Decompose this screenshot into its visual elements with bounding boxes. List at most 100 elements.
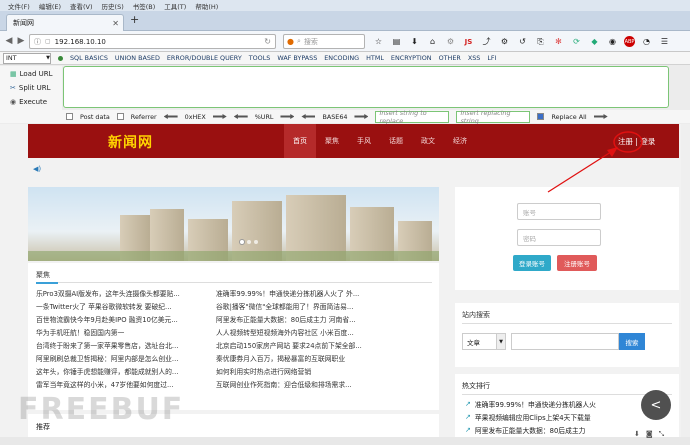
- new-tab-button[interactable]: +: [130, 13, 139, 26]
- share-icon[interactable]: ⤴: [480, 35, 493, 48]
- news-item[interactable]: 阿里发布正能量大数据：80后成主力 河南省...: [216, 316, 391, 324]
- site-logo[interactable]: 新闻网: [108, 132, 153, 152]
- page-scrollbar[interactable]: [681, 124, 690, 437]
- hackbar-menu-xss[interactable]: XSS: [468, 54, 481, 62]
- url-text[interactable]: 192.168.10.10: [55, 38, 106, 46]
- replace-all-checkbox[interactable]: [537, 113, 545, 120]
- hackbar-menu-html[interactable]: HTML: [366, 54, 384, 62]
- back-icon[interactable]: ◀: [3, 35, 15, 47]
- forward-icon[interactable]: ▶: [15, 35, 27, 47]
- news-item[interactable]: 乐Pro3双摄AI版发布，这年头连摄像头都要贴...: [36, 290, 211, 298]
- nav-home[interactable]: 首页: [284, 124, 316, 158]
- share-button[interactable]: <: [641, 390, 671, 420]
- close-icon[interactable]: ✕: [112, 19, 119, 28]
- news-item[interactable]: 台湾终于盼来了第一家苹果零售店，选址台北...: [36, 342, 211, 350]
- arrow-right-icon[interactable]: [280, 114, 295, 119]
- browser-tab[interactable]: 新闻网 ✕: [6, 14, 124, 31]
- speaker-icon[interactable]: ◀): [33, 165, 41, 173]
- search-engine-icon[interactable]: ●: [287, 37, 294, 46]
- firebug-icon[interactable]: ✻: [552, 35, 565, 48]
- arrow-left-icon[interactable]: [233, 114, 248, 119]
- news-item[interactable]: 一条Twitter火了 苹果谷歌微软转发 要破纪...: [36, 303, 211, 311]
- login-button[interactable]: 登录账号: [513, 255, 551, 271]
- news-item[interactable]: 雷军当年竟这样的小米，47岁他要如何度过...: [36, 381, 211, 389]
- nav-style[interactable]: 手风: [348, 124, 380, 158]
- hackbar-menu-tools[interactable]: TOOLS: [249, 54, 271, 62]
- pocket-icon[interactable]: ◉: [606, 35, 619, 48]
- download-icon[interactable]: ⬇: [634, 430, 640, 439]
- split-url-button[interactable]: ✂ Split URL: [10, 82, 62, 94]
- translate-icon[interactable]: ↺: [516, 35, 529, 48]
- reload-icon[interactable]: ↻: [264, 37, 271, 46]
- hackbar-menu-lfi[interactable]: LFI: [487, 54, 496, 62]
- menu-history[interactable]: 历史(S): [102, 1, 124, 11]
- camera-icon[interactable]: ◙: [646, 430, 653, 439]
- news-item[interactable]: 秦优康券月入百万，揭秘暴富的互联网职业: [216, 355, 391, 363]
- js-toggle-icon[interactable]: JS: [462, 35, 475, 48]
- menu-edit[interactable]: 编辑(E): [39, 1, 61, 11]
- resize-icon[interactable]: ⤡: [659, 430, 665, 439]
- news-item[interactable]: 华为手机旺航！稳固国内第一: [36, 329, 211, 337]
- hackbar-menu-sql-basics[interactable]: SQL BASICS: [70, 54, 108, 62]
- arrow-left-icon[interactable]: [163, 114, 178, 119]
- hot-item[interactable]: ↗ 阿里发布正能量大数据：80后成主力: [465, 425, 596, 435]
- reader-icon[interactable]: ▤: [390, 35, 403, 48]
- info-icon[interactable]: ⓘ: [34, 37, 41, 47]
- url-bar[interactable]: ⓘ ▢ 192.168.10.10 ↻: [29, 34, 276, 49]
- arrow-right-icon[interactable]: [212, 114, 227, 119]
- username-input[interactable]: 账号: [517, 203, 601, 220]
- hackbar-menu-encoding[interactable]: ENCODING: [324, 54, 359, 62]
- hot-item[interactable]: ↗ 苹果视频编辑应用Clips上架4天下载量: [465, 412, 596, 422]
- news-item[interactable]: 如何利用实时热点进行网络营销: [216, 368, 391, 376]
- nav-topic[interactable]: 话题: [380, 124, 412, 158]
- register-button[interactable]: 注册账号: [557, 255, 597, 271]
- news-item[interactable]: 百世物流霸快今年9月赴美IPO 融资10亿美元...: [36, 316, 211, 324]
- pager-dot[interactable]: [247, 240, 251, 244]
- bookmark-star-icon[interactable]: ☆: [372, 35, 385, 48]
- nav-economy[interactable]: 经济: [444, 124, 476, 158]
- pager-dot[interactable]: [254, 240, 258, 244]
- site-search-input[interactable]: [511, 333, 619, 350]
- sync-icon[interactable]: ⟳: [570, 35, 583, 48]
- hackbar-url-textarea[interactable]: [63, 66, 669, 108]
- download-icon[interactable]: ⬇: [408, 35, 421, 48]
- news-item[interactable]: 北京启动150家房产网站 要求24点前下架全部...: [216, 342, 391, 350]
- post-data-checkbox[interactable]: [66, 113, 73, 120]
- execute-button[interactable]: ◉ Execute: [10, 96, 62, 108]
- hackbar-menu-error[interactable]: ERROR/DOUBLE QUERY: [167, 54, 242, 62]
- hackbar-menu-waf[interactable]: WAF BYPASS: [277, 54, 317, 62]
- news-item[interactable]: 准确率99.99%！申通快递分拣机器人火了 外...: [216, 290, 391, 298]
- home-icon[interactable]: ⌂: [426, 35, 439, 48]
- int-select[interactable]: INT ▼: [3, 52, 51, 64]
- search-category-select[interactable]: 文章 ▼: [462, 333, 506, 350]
- menu-bookmarks[interactable]: 书签(B): [133, 1, 156, 11]
- news-item[interactable]: 人人视频转型短视频海外内容社区 小米百度...: [216, 329, 391, 337]
- hackbar-menu-union[interactable]: UNION BASED: [115, 54, 160, 62]
- banner-image[interactable]: [28, 187, 439, 261]
- menu-tools[interactable]: 工具(T): [164, 1, 186, 11]
- arrow-right-icon[interactable]: [354, 114, 369, 119]
- nav-focus[interactable]: 聚焦: [316, 124, 348, 158]
- password-input[interactable]: 密码: [517, 229, 601, 246]
- nav-politics[interactable]: 政文: [412, 124, 444, 158]
- arrow-left-icon[interactable]: [301, 114, 316, 119]
- news-item[interactable]: 阿里刷刷总裁卫哲揭秘：阿里内部是怎么创业...: [36, 355, 211, 363]
- screenshot-icon[interactable]: ⎘: [534, 35, 547, 48]
- hackbar-menu-encryption[interactable]: ENCRYPTION: [391, 54, 432, 62]
- site-search-button[interactable]: 搜索: [619, 333, 645, 350]
- menu-file[interactable]: 文件(F): [8, 1, 30, 11]
- hamburger-menu-icon[interactable]: ☰: [658, 35, 671, 48]
- load-url-button[interactable]: ▦ Load URL: [10, 68, 62, 80]
- referrer-checkbox[interactable]: [116, 113, 124, 120]
- search-bar[interactable]: ● ⌕ 搜索: [283, 34, 365, 49]
- user-icon[interactable]: ◔: [640, 35, 653, 48]
- menu-view[interactable]: 查看(V): [70, 1, 93, 11]
- adblock-icon[interactable]: ABP: [624, 36, 635, 47]
- arrow-right-icon[interactable]: [593, 114, 608, 119]
- hot-item[interactable]: ↗ 准确率99.99%！申通快递分拣机器人火: [465, 399, 596, 409]
- menu-help[interactable]: 帮助(H): [195, 1, 218, 11]
- replace-from-input[interactable]: Insert string to replace: [375, 109, 450, 125]
- register-link[interactable]: 注册: [618, 137, 633, 146]
- login-link[interactable]: 登录: [640, 137, 655, 146]
- extension-icon[interactable]: ⚙: [444, 35, 457, 48]
